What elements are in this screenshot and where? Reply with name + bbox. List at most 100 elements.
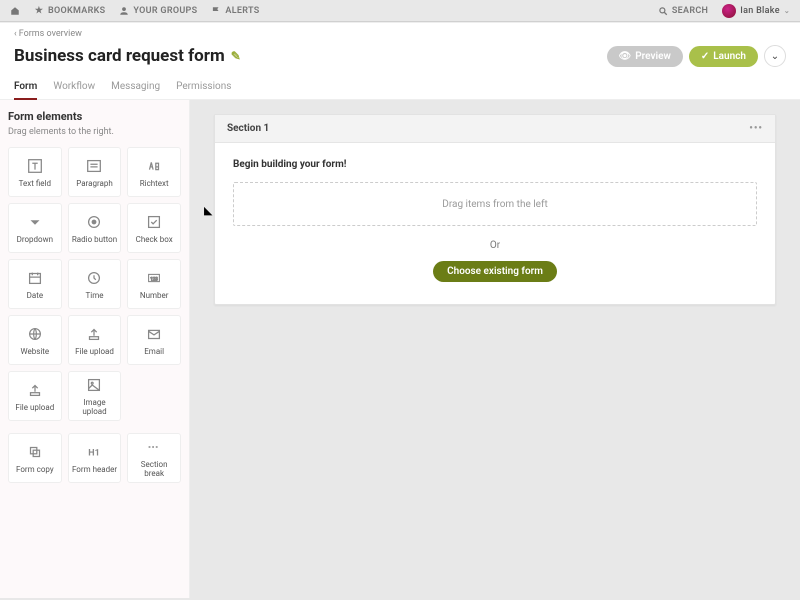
- element-h1[interactable]: H1 Form header: [68, 433, 122, 483]
- tile-label: Time: [86, 291, 104, 300]
- or-divider: Or: [233, 240, 757, 251]
- search-icon: [658, 6, 668, 16]
- brk-icon: [145, 438, 163, 456]
- check-icon: [145, 213, 163, 231]
- h1-icon: H1: [85, 443, 103, 461]
- upload-icon: [85, 325, 103, 343]
- palette-heading: Form elements: [8, 110, 181, 123]
- mail-icon: [145, 325, 163, 343]
- element-radio[interactable]: Radio button: [68, 203, 122, 253]
- page-title: Business card request form ✎: [14, 46, 241, 66]
- rich-icon: [145, 157, 163, 175]
- chevron-left-icon: ‹: [14, 29, 17, 39]
- element-upload[interactable]: File upload: [8, 371, 62, 421]
- bookmarks-link[interactable]: ★ BOOKMARKS: [34, 6, 105, 16]
- svg-text:123: 123: [150, 276, 158, 282]
- section-title: Section 1: [227, 123, 269, 134]
- img-icon: [85, 376, 103, 394]
- tabs: Form Workflow Messaging Permissions: [0, 75, 800, 100]
- element-num[interactable]: 123 Number: [127, 259, 181, 309]
- flag-icon: [211, 6, 221, 16]
- num-icon: 123: [145, 269, 163, 287]
- section-menu-icon[interactable]: •••: [749, 123, 763, 134]
- element-upload[interactable]: File upload: [68, 315, 122, 365]
- upload-icon: [26, 381, 44, 399]
- form-canvas: Section 1 ••• Begin building your form! …: [190, 100, 800, 598]
- element-time[interactable]: Time: [68, 259, 122, 309]
- drop-icon: [26, 213, 44, 231]
- alerts-label: ALERTS: [225, 6, 259, 16]
- user-menu[interactable]: Ian Blake ⌄: [722, 4, 790, 18]
- tile-label: File upload: [75, 347, 114, 356]
- tile-label: Website: [21, 347, 50, 356]
- svg-text:H1: H1: [89, 448, 101, 458]
- preview-label: Preview: [635, 51, 671, 62]
- user-icon: [119, 6, 129, 16]
- tab-form[interactable]: Form: [14, 75, 37, 100]
- breadcrumb[interactable]: ‹Forms overview: [0, 23, 800, 39]
- search-label: SEARCH: [672, 6, 708, 16]
- tile-label: Radio button: [72, 235, 117, 244]
- element-copy[interactable]: Form copy: [8, 433, 62, 483]
- tile-label: Email: [144, 347, 164, 356]
- tab-workflow[interactable]: Workflow: [53, 75, 95, 99]
- tile-label: File upload: [15, 403, 54, 412]
- preview-button[interactable]: 👁Preview: [607, 46, 683, 67]
- element-text[interactable]: Text field: [8, 147, 62, 197]
- chevron-down-icon: ⌄: [784, 7, 790, 15]
- web-icon: [26, 325, 44, 343]
- tile-label: Form copy: [16, 465, 54, 474]
- title-text: Business card request form: [14, 46, 225, 66]
- radio-icon: [85, 213, 103, 231]
- form-section: Section 1 ••• Begin building your form! …: [214, 114, 776, 305]
- element-palette: Form elements Drag elements to the right…: [0, 100, 190, 598]
- element-drop[interactable]: Dropdown: [8, 203, 62, 253]
- more-actions-button[interactable]: ⌄: [764, 45, 786, 67]
- breadcrumb-label: Forms overview: [19, 29, 82, 39]
- element-check[interactable]: Check box: [127, 203, 181, 253]
- home-icon: [10, 6, 20, 16]
- eye-icon: 👁: [619, 51, 632, 62]
- dropzone[interactable]: Drag items from the left: [233, 182, 757, 226]
- search-link[interactable]: SEARCH: [658, 6, 708, 16]
- user-name: Ian Blake: [740, 6, 780, 16]
- element-mail[interactable]: Email: [127, 315, 181, 365]
- top-navbar: ★ BOOKMARKS YOUR GROUPS ALERTS SEARCH Ian…: [0, 0, 800, 22]
- home-link[interactable]: [10, 6, 20, 16]
- element-img[interactable]: Image upload: [68, 371, 122, 421]
- tile-label: Image upload: [71, 398, 119, 416]
- star-icon: ★: [34, 6, 44, 16]
- element-brk[interactable]: Section break: [127, 433, 181, 483]
- check-icon: ✓: [701, 51, 709, 62]
- avatar: [722, 4, 736, 18]
- tile-label: Check box: [136, 235, 173, 244]
- chevron-down-icon: ⌄: [771, 51, 779, 62]
- launch-label: Launch: [713, 51, 746, 62]
- tile-label: Form header: [72, 465, 117, 474]
- tab-messaging[interactable]: Messaging: [111, 75, 160, 99]
- tile-label: Text field: [19, 179, 51, 188]
- tile-label: Number: [140, 291, 169, 300]
- element-rich[interactable]: Richtext: [127, 147, 181, 197]
- choose-existing-button[interactable]: Choose existing form: [433, 261, 557, 282]
- time-icon: [85, 269, 103, 287]
- element-web[interactable]: Website: [8, 315, 62, 365]
- copy-icon: [26, 443, 44, 461]
- text-icon: [26, 157, 44, 175]
- tile-label: Section break: [130, 460, 178, 478]
- element-para[interactable]: Paragraph: [68, 147, 122, 197]
- tab-permissions[interactable]: Permissions: [176, 75, 231, 99]
- palette-hint: Drag elements to the right.: [8, 127, 181, 137]
- para-icon: [85, 157, 103, 175]
- alerts-link[interactable]: ALERTS: [211, 6, 259, 16]
- groups-label: YOUR GROUPS: [133, 6, 197, 16]
- tile-label: Richtext: [140, 179, 169, 188]
- launch-button[interactable]: ✓ Launch: [689, 46, 758, 67]
- tile-label: Paragraph: [76, 179, 113, 188]
- build-prompt: Begin building your form!: [233, 159, 757, 170]
- tile-label: Date: [27, 291, 43, 300]
- element-date[interactable]: Date: [8, 259, 62, 309]
- bookmarks-label: BOOKMARKS: [48, 6, 105, 16]
- groups-link[interactable]: YOUR GROUPS: [119, 6, 197, 16]
- edit-title-icon[interactable]: ✎: [231, 49, 241, 63]
